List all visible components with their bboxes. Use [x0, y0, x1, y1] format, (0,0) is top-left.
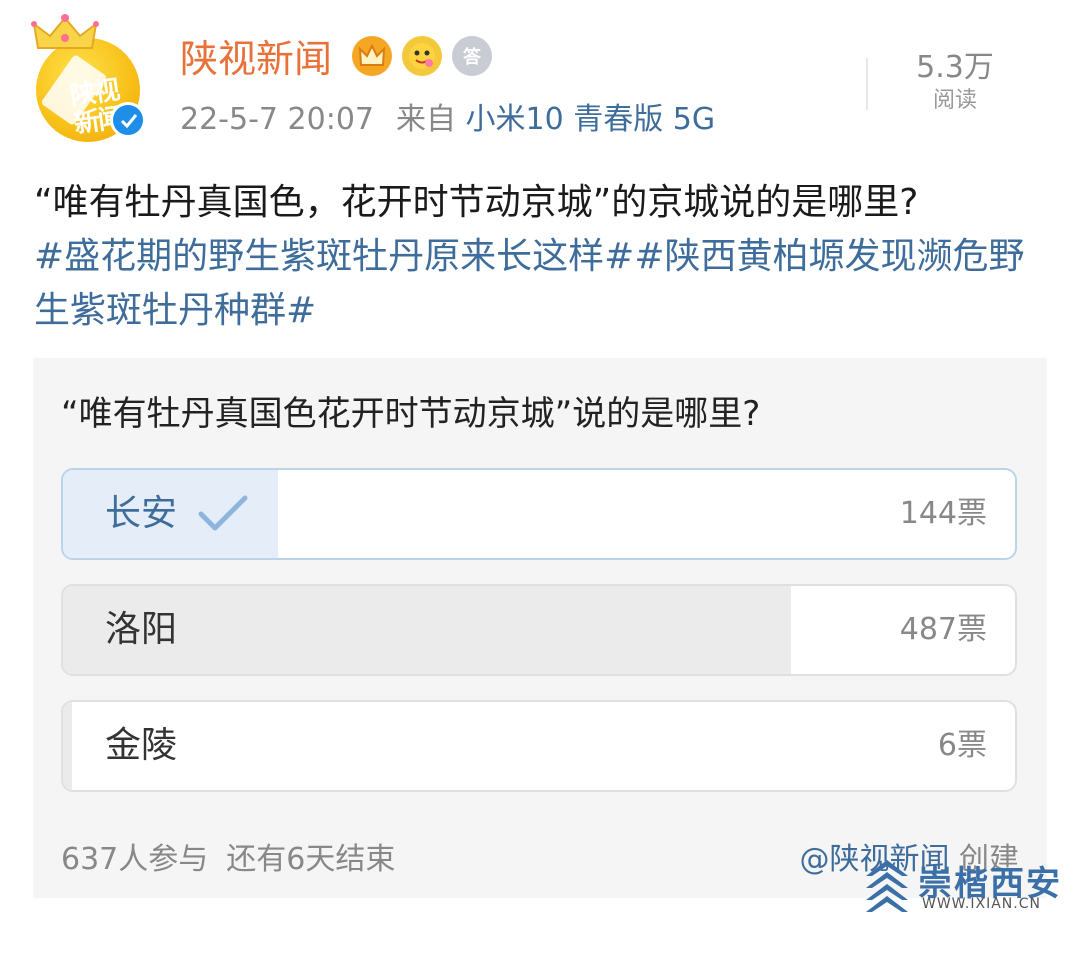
avatar[interactable]: 陕视新闻	[30, 14, 146, 142]
medal-badge-icon[interactable]: 答	[452, 36, 492, 76]
poll-option-luoyang[interactable]: 洛阳 487票	[61, 584, 1017, 676]
watermark-url: WWW.IXIAN.CN	[922, 896, 1041, 912]
reads-label: 阅读	[932, 88, 977, 113]
poll-option-label: 长安	[105, 493, 178, 534]
watermark-logo-icon	[866, 860, 908, 912]
hashtag-links[interactable]: #盛花期的野生紫斑牡丹原来长这样##陕西黄柏塬发现濒危野生紫斑牡丹种群#	[34, 236, 1025, 331]
poll-option-changan[interactable]: 长安 144票	[61, 468, 1017, 560]
emoji-badge-icon[interactable]	[402, 36, 442, 76]
poll-question: “唯有牡丹真国色花开时节动京城”说的是哪里?	[61, 394, 761, 434]
post-meta: 22-5-7 20:07 来自 小米10 青春版 5G	[180, 100, 715, 140]
badge-group: 答	[352, 36, 492, 76]
medal-badge-text: 答	[463, 47, 481, 68]
check-icon	[198, 495, 248, 531]
poll-stats: 637人参与 还有6天结束	[61, 834, 395, 878]
vip-crown-badge-icon[interactable]	[352, 36, 392, 76]
crown-icon	[31, 14, 99, 49]
source-prefix: 来自	[396, 102, 456, 137]
poll-option-jinling[interactable]: 金陵 6票	[61, 700, 1017, 792]
poll-remaining: 还有6天结束	[226, 842, 396, 877]
post-timestamp: 22-5-7 20:07	[180, 102, 374, 137]
poll-option-votes: 6票	[937, 728, 987, 763]
reads-count: 5.3万	[916, 50, 994, 85]
poll-option-label: 金陵	[105, 725, 178, 766]
header-divider	[866, 58, 868, 110]
poll-option-bar	[63, 702, 72, 790]
device-link[interactable]: 小米10 青春版 5G	[466, 102, 716, 137]
post-body: “唯有牡丹真国色，花开时节动京城”的京城说的是哪里? #盛花期的野生紫斑牡丹原来…	[34, 176, 1044, 338]
post-text: “唯有牡丹真国色，花开时节动京城”的京城说的是哪里?	[34, 182, 919, 223]
poll-option-votes: 487票	[899, 612, 987, 647]
poll-option-label: 洛阳	[105, 609, 178, 650]
poll-option-votes: 144票	[899, 496, 987, 531]
verified-icon	[110, 102, 146, 138]
poll-participants: 637人参与	[61, 842, 209, 877]
account-name[interactable]: 陕视新闻	[180, 36, 332, 82]
poll-card: “唯有牡丹真国色花开时节动京城”说的是哪里? 长安 144票 洛阳 487票 金…	[33, 358, 1047, 898]
